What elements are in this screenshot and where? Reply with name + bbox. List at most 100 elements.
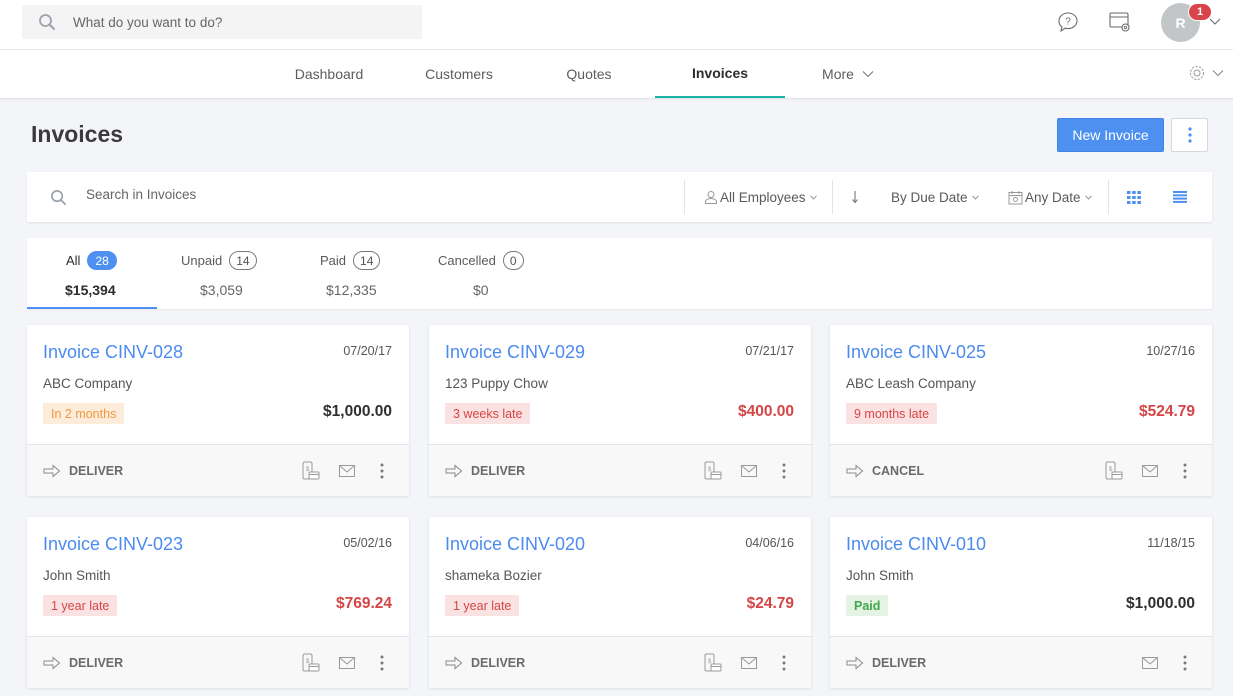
tab-cancelled[interactable]: Cancelled 0 $0 — [417, 238, 547, 309]
card-more-button[interactable] — [774, 461, 794, 481]
invoice-card[interactable]: Invoice CINV-020 04/06/16 shameka Bozier… — [429, 517, 811, 688]
list-view-button[interactable] — [1173, 172, 1187, 222]
envelope-icon — [339, 657, 355, 669]
record-payment-button[interactable]: $ — [301, 653, 321, 673]
tab-amount: $15,394 — [65, 282, 116, 298]
card-more-button[interactable] — [372, 461, 392, 481]
invoice-card[interactable]: Invoice CINV-023 05/02/16 John Smith 1 y… — [27, 517, 409, 688]
invoice-customer: shameka Bozier — [445, 568, 542, 583]
invoice-date: 05/02/16 — [343, 536, 392, 550]
invoice-customer: John Smith — [43, 568, 111, 583]
invoice-date: 10/27/16 — [1146, 344, 1195, 358]
invoice-primary-action[interactable]: DELIVER — [445, 637, 525, 689]
new-invoice-button[interactable]: New Invoice — [1057, 118, 1164, 152]
invoice-title[interactable]: Invoice CINV-028 — [43, 342, 183, 363]
invoice-card[interactable]: Invoice CINV-028 07/20/17 ABC Company In… — [27, 325, 409, 496]
chevron-down-icon[interactable] — [1212, 69, 1224, 77]
tab-all[interactable]: All 28 $15,394 — [27, 238, 157, 309]
chevron-down-icon[interactable] — [1209, 16, 1221, 26]
invoice-card[interactable]: Invoice CINV-025 10/27/16 ABC Leash Comp… — [830, 325, 1212, 496]
invoice-amount: $524.79 — [1138, 403, 1195, 420]
grid-view-button[interactable] — [1127, 172, 1141, 222]
email-button[interactable] — [739, 461, 759, 481]
invoice-status-badge: 1 year late — [445, 595, 520, 616]
invoice-date: 07/20/17 — [343, 344, 392, 358]
kebab-icon — [380, 655, 384, 671]
invoice-primary-action[interactable]: DELIVER — [43, 637, 123, 689]
tab-unpaid[interactable]: Unpaid 14 $3,059 — [157, 238, 287, 309]
invoice-title[interactable]: Invoice CINV-023 — [43, 534, 183, 555]
global-search-input[interactable] — [73, 14, 393, 30]
person-icon — [705, 191, 717, 204]
invoice-search-input[interactable] — [86, 187, 486, 202]
invoice-card-footer: DELIVER $ — [429, 636, 811, 688]
kebab-icon — [1187, 127, 1192, 143]
window-settings-icon[interactable] — [1108, 10, 1132, 34]
tab-label: Cancelled — [438, 253, 496, 268]
tab-amount: $3,059 — [200, 282, 243, 298]
grid-view-icon — [1127, 190, 1141, 204]
email-button[interactable] — [337, 653, 357, 673]
tab-count: 28 — [87, 251, 117, 270]
search-icon — [39, 14, 55, 30]
invoice-date: 11/18/15 — [1147, 536, 1195, 550]
card-more-button[interactable] — [1175, 461, 1195, 481]
invoice-title[interactable]: Invoice CINV-010 — [846, 534, 986, 555]
help-chat-icon[interactable]: ? — [1056, 10, 1080, 34]
card-more-button[interactable] — [774, 653, 794, 673]
invoice-card[interactable]: Invoice CINV-029 07/21/17 123 Puppy Chow… — [429, 325, 811, 496]
nav-invoices[interactable]: Invoices — [655, 50, 785, 98]
tab-paid[interactable]: Paid 14 $12,335 — [287, 238, 417, 309]
sort-by-dropdown[interactable]: By Due Date — [891, 172, 979, 222]
employee-filter[interactable]: All Employees — [704, 172, 817, 222]
nav-more[interactable]: More — [808, 50, 888, 98]
nav-dashboard[interactable]: Dashboard — [274, 50, 384, 98]
invoice-title[interactable]: Invoice CINV-029 — [445, 342, 585, 363]
gear-icon[interactable] — [1188, 64, 1206, 82]
nav-customers[interactable]: Customers — [404, 50, 514, 98]
record-payment-button[interactable]: $ — [1104, 461, 1124, 481]
record-payment-button[interactable]: $ — [301, 461, 321, 481]
nav-label: Quotes — [566, 66, 612, 82]
kebab-icon — [1183, 655, 1187, 671]
invoice-primary-action[interactable]: DELIVER — [43, 445, 123, 497]
nav-label: More — [822, 66, 854, 82]
tab-label: All — [66, 253, 81, 268]
envelope-icon — [1142, 657, 1158, 669]
mobile-payment-icon: $ — [704, 653, 722, 672]
action-label: DELIVER — [69, 656, 124, 670]
invoice-primary-action[interactable]: DELIVER — [445, 445, 525, 497]
email-button[interactable] — [739, 653, 759, 673]
invoice-title[interactable]: Invoice CINV-025 — [846, 342, 986, 363]
email-button[interactable] — [337, 461, 357, 481]
invoice-card[interactable]: Invoice CINV-010 11/18/15 John Smith Pai… — [830, 517, 1212, 688]
record-payment-button[interactable]: $ — [703, 653, 723, 673]
nav-label: Customers — [425, 66, 493, 82]
sort-direction-toggle[interactable] — [850, 172, 860, 222]
card-more-button[interactable] — [1175, 653, 1195, 673]
chevron-down-icon — [1084, 194, 1092, 200]
page-more-button[interactable] — [1171, 118, 1208, 152]
invoice-title[interactable]: Invoice CINV-020 — [445, 534, 585, 555]
email-button[interactable] — [1140, 653, 1160, 673]
sort-by-label: By Due Date — [891, 189, 968, 205]
envelope-icon — [741, 657, 757, 669]
invoice-status-badge: 9 months late — [846, 403, 938, 424]
invoice-primary-action[interactable]: DELIVER — [846, 637, 926, 689]
email-button[interactable] — [1140, 461, 1160, 481]
nav-quotes[interactable]: Quotes — [534, 50, 644, 98]
date-range-dropdown[interactable]: Any Date — [1008, 172, 1092, 222]
mobile-payment-icon: $ — [704, 461, 722, 480]
card-more-button[interactable] — [372, 653, 392, 673]
kebab-icon — [782, 655, 786, 671]
global-search[interactable] — [22, 5, 422, 39]
invoice-card-footer: DELIVER $ — [27, 636, 409, 688]
chevron-down-icon — [971, 194, 979, 200]
mobile-payment-icon: $ — [1105, 461, 1123, 480]
arrow-right-icon — [846, 656, 864, 670]
arrow-right-icon — [43, 656, 61, 670]
invoice-primary-action[interactable]: CANCEL — [846, 445, 924, 497]
kebab-icon — [1183, 463, 1187, 479]
arrow-right-icon — [445, 656, 463, 670]
record-payment-button[interactable]: $ — [703, 461, 723, 481]
